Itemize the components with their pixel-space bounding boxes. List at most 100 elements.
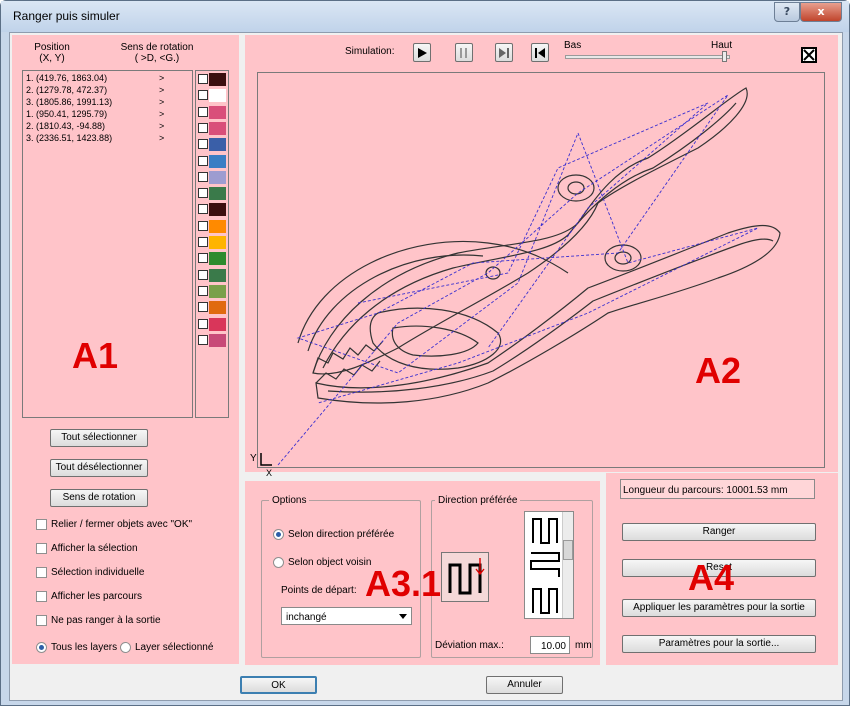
layer-icon <box>198 122 208 133</box>
rotation-button[interactable]: Sens de rotation <box>50 489 148 507</box>
speed-slider[interactable] <box>565 55 730 59</box>
a4-label: A4 <box>688 557 735 598</box>
layer-swatch[interactable] <box>198 317 228 333</box>
list-item[interactable]: 2. (1810.43, -94.88) > <box>26 121 191 133</box>
list-item[interactable]: 1. (419.76, 1863.04) > <box>26 73 191 85</box>
list-item[interactable]: 1. (950.41, 1295.79) > <box>26 109 191 121</box>
simulation-canvas[interactable]: A2 Y X <box>250 72 825 478</box>
position-value: 3. (1805.86, 1991.13) <box>26 97 113 107</box>
neighbor-object-radio[interactable]: Selon object voisin <box>273 557 371 568</box>
col-position-title: Position <box>34 42 70 53</box>
deselect-all-button[interactable]: Tout désélectionner <box>50 459 148 477</box>
list-item[interactable]: 3. (1805.86, 1991.13) > <box>26 97 191 109</box>
layer-icon <box>198 90 208 101</box>
axis-corner-icon <box>260 453 272 466</box>
no-order-checkbox[interactable]: Ne pas ranger à la sortie <box>36 615 161 626</box>
direction-scrollbar[interactable] <box>562 512 573 618</box>
layer-swatch[interactable] <box>198 300 228 316</box>
panel-a1: Position (X, Y) Sens de rotation ( >D, <… <box>12 35 239 664</box>
layer-icon <box>198 155 208 166</box>
preferred-direction-radio[interactable]: Selon direction préférée <box>273 529 394 540</box>
rotation-value: > <box>159 85 165 95</box>
simulation-label: Simulation: <box>345 46 395 57</box>
col-position-sub: (X, Y) <box>39 53 65 64</box>
start-points-select[interactable]: inchangé <box>281 607 412 625</box>
layer-color <box>209 170 226 184</box>
deviation-input[interactable]: 10.00 <box>530 636 570 654</box>
position-value: 1. (950.41, 1295.79) <box>26 109 108 119</box>
pause-button[interactable] <box>455 43 473 62</box>
direction-list[interactable] <box>524 511 574 619</box>
position-value: 2. (1810.43, -94.88) <box>26 121 106 131</box>
apply-output-params-button[interactable]: Appliquer les paramètres pour la sortie <box>622 599 816 617</box>
layer-swatch[interactable] <box>198 251 228 267</box>
all-layers-radio[interactable]: Tous les layers <box>36 642 117 653</box>
title-bar: Ranger puis simuler ? x <box>1 1 849 32</box>
layer-swatch[interactable] <box>198 137 228 153</box>
close-icon <box>803 49 815 61</box>
output-params-button[interactable]: Paramètres pour la sortie... <box>622 635 816 653</box>
close-sim-button[interactable] <box>801 47 817 63</box>
select-all-button[interactable]: Tout sélectionner <box>50 429 148 447</box>
link-close-label: Relier / fermer objets avec "OK" <box>51 519 193 531</box>
rewind-button[interactable] <box>531 43 549 62</box>
a3-label: A3.1 <box>365 563 442 604</box>
layer-color <box>209 333 226 347</box>
layer-swatch[interactable] <box>198 333 228 349</box>
layer-swatch[interactable] <box>198 105 228 121</box>
direction-preview <box>441 552 489 602</box>
panel-a2: Simulation: Bas Haut A2 Y X <box>245 35 838 478</box>
link-close-checkbox[interactable]: Relier / fermer objets avec "OK" <box>36 519 192 530</box>
layer-color <box>209 154 226 168</box>
layer-color <box>209 301 226 315</box>
layer-swatch[interactable] <box>198 170 228 186</box>
layer-icon <box>198 74 208 84</box>
close-button[interactable]: x <box>800 2 842 22</box>
layer-swatch[interactable] <box>198 88 228 104</box>
cancel-button[interactable]: Annuler <box>486 676 563 694</box>
neighbor-object-label: Selon object voisin <box>288 557 372 569</box>
layer-color <box>209 284 226 298</box>
direction-scroll-thumb[interactable] <box>563 540 573 560</box>
list-item[interactable]: 3. (2336.51, 1423.88) > <box>26 133 191 145</box>
layer-swatch[interactable] <box>198 268 228 284</box>
layer-color <box>209 138 226 152</box>
col-rotation-title: Sens de rotation <box>120 42 194 53</box>
position-value: 2. (1279.78, 472.37) <box>26 85 108 95</box>
window-title: Ranger puis simuler <box>13 9 120 23</box>
position-value: 3. (2336.51, 1423.88) <box>26 133 113 143</box>
layer-color <box>209 121 226 135</box>
layer-color-list[interactable] <box>195 70 229 418</box>
layer-swatch[interactable] <box>198 235 228 251</box>
layer-swatch[interactable] <box>198 202 228 218</box>
dialog-window: Ranger puis simuler ? x Position (X, Y) … <box>0 0 850 706</box>
deviation-unit: mm <box>575 640 592 651</box>
step-button[interactable] <box>495 43 513 62</box>
layer-swatch[interactable] <box>198 284 228 300</box>
layer-swatch[interactable] <box>198 72 228 88</box>
rotation-value: > <box>159 97 165 107</box>
layer-swatch[interactable] <box>198 219 228 235</box>
layer-color <box>209 203 226 217</box>
help-button[interactable]: ? <box>774 2 800 22</box>
layer-icon <box>198 334 208 345</box>
list-item[interactable]: 2. (1279.78, 472.37) > <box>26 85 191 97</box>
individual-selection-checkbox[interactable]: Sélection individuelle <box>36 567 144 578</box>
show-paths-checkbox[interactable]: Afficher les parcours <box>36 591 142 602</box>
layer-swatch[interactable] <box>198 186 228 202</box>
layer-icon <box>198 302 208 313</box>
start-points-value: inchangé <box>286 612 327 623</box>
play-button[interactable] <box>413 43 431 62</box>
sort-button[interactable]: Ranger <box>622 523 816 541</box>
layer-swatch[interactable] <box>198 154 228 170</box>
ok-button[interactable]: OK <box>240 676 317 694</box>
show-selection-checkbox[interactable]: Afficher la sélection <box>36 543 138 554</box>
pliers-drawing <box>277 87 781 466</box>
speed-slider-thumb[interactable] <box>722 51 727 62</box>
chevron-down-icon <box>399 614 407 619</box>
layer-icon <box>198 171 208 182</box>
layer-icon <box>198 237 208 247</box>
selected-layer-radio[interactable]: Layer sélectionné <box>120 642 213 653</box>
layer-swatch[interactable] <box>198 121 228 137</box>
panel-a4: Longueur du parcours: 10001.53 mm Ranger… <box>606 473 838 665</box>
